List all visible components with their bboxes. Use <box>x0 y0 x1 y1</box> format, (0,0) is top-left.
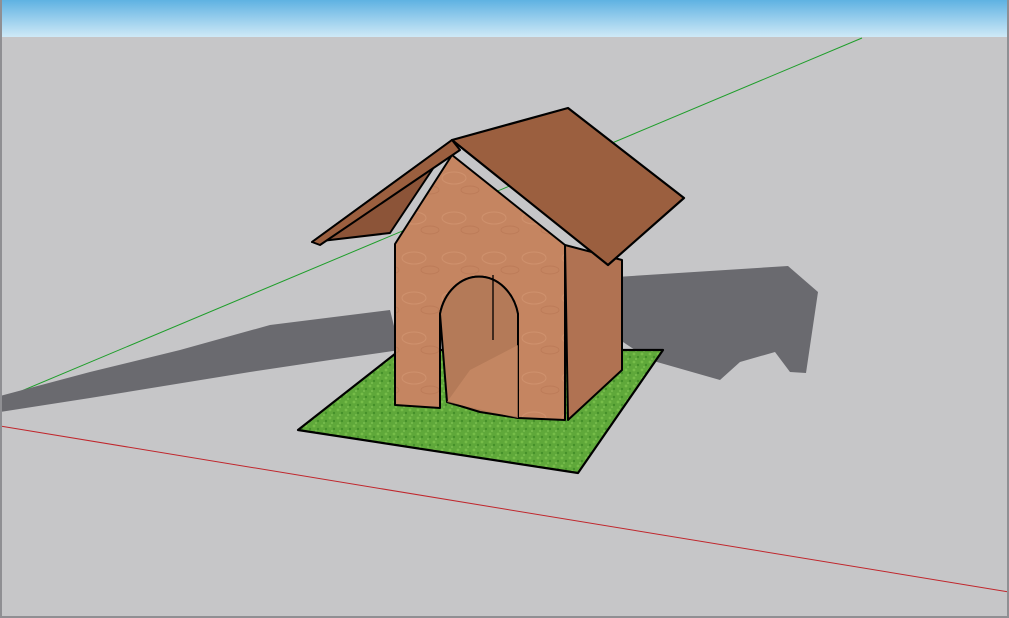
modeling-viewport[interactable] <box>0 0 1009 618</box>
sky <box>0 0 1009 37</box>
3d-scene[interactable] <box>0 0 1009 618</box>
